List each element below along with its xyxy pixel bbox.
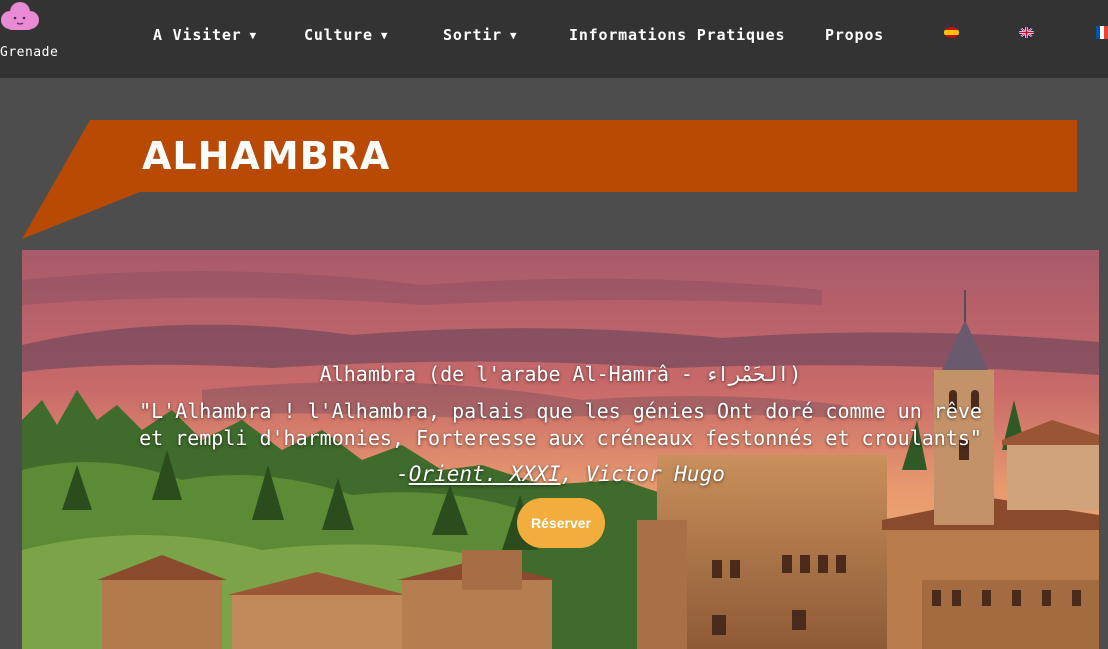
dropdown-caret-icon: ▼: [249, 29, 257, 42]
nav-item-informations-pratiques[interactable]: Informations Pratiques: [569, 26, 785, 46]
nav-item-culture[interactable]: Culture ▼: [304, 26, 388, 46]
es-flag-icon[interactable]: [944, 27, 959, 38]
nav-label: Propos: [825, 26, 884, 44]
nav-label: Informations Pratiques: [569, 26, 786, 44]
author-name: , Victor Hugo: [560, 462, 725, 486]
dropdown-caret-icon: ▼: [510, 29, 518, 42]
work-link[interactable]: Orient. XXXI: [409, 462, 561, 486]
nav-item-a-visiter[interactable]: A Visiter ▼: [153, 26, 257, 46]
quote-line: et rempli d'harmonies, Forteresse aux cr…: [139, 426, 982, 450]
hero-subtitle: Alhambra (de l'arabe Al-Hamrâ - الحَمْرا…: [319, 362, 802, 386]
nav-item-propos[interactable]: Propos: [825, 26, 884, 46]
dropdown-caret-icon: ▼: [380, 29, 389, 42]
nav-label: Culture: [304, 26, 373, 44]
nav-item-sortir[interactable]: Sortir ▼: [443, 26, 517, 46]
fr-flag-icon[interactable]: [1096, 26, 1108, 39]
uk-flag-icon[interactable]: [1019, 27, 1034, 38]
page-title: ALHAMBRA: [142, 134, 391, 178]
site-logo[interactable]: Grenade: [0, 0, 70, 70]
brand-name: Grenade: [0, 45, 59, 60]
hero-quote: "L'Alhambra ! l'Alhambra, palais que les…: [22, 398, 1099, 452]
attribution-dash: -: [396, 462, 409, 486]
nav-label: A Visiter: [153, 26, 242, 44]
pink-cloud-icon: [1, 2, 39, 30]
nav-label: Sortir: [443, 26, 502, 44]
reserve-button[interactable]: Réserver: [517, 498, 605, 548]
quote-attribution: -Orient. XXXI, Victor Hugo: [22, 462, 1099, 486]
top-navigation-bar: Grenade A Visiter ▼ Culture ▼ Sortir ▼ Info…: [0, 0, 1108, 78]
quote-line: "L'Alhambra ! l'Alhambra, palais que les…: [139, 399, 982, 423]
hero-section: Alhambra (de l'arabe Al-Hamrâ - الحَمْرا…: [22, 250, 1099, 649]
